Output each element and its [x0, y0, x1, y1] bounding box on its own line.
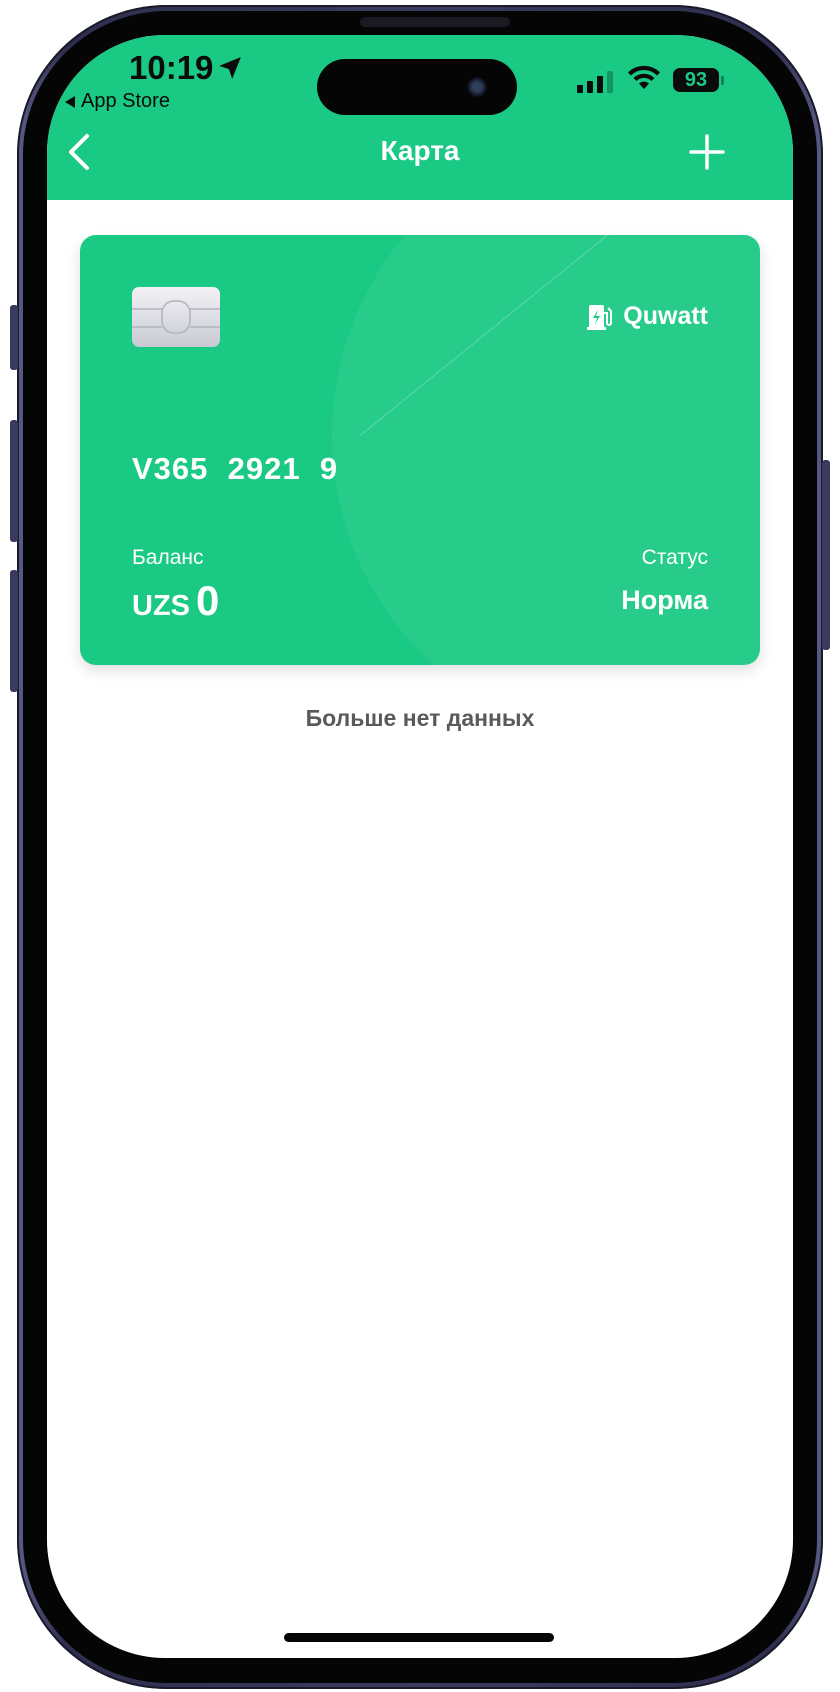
ev-charger-icon	[587, 304, 613, 330]
plus-icon[interactable]	[687, 132, 727, 172]
back-triangle-icon	[65, 95, 75, 108]
balance-amount: UZS 0	[132, 577, 219, 625]
brand-name: Quwatt	[623, 302, 708, 330]
status-time: 10:19	[129, 49, 214, 86]
charging-card[interactable]: Quwatt V365 2921 9 Баланс UZS 0 Статус Н…	[80, 235, 760, 665]
screen: 10:19 App Store 93 Карта Quwatt V365 292…	[47, 35, 793, 1658]
volume-down-button	[10, 570, 18, 692]
battery-tip	[721, 76, 724, 85]
home-indicator[interactable]	[284, 1633, 554, 1642]
card-number: V365 2921 9	[132, 451, 339, 486]
camera-icon	[467, 77, 487, 97]
volume-up-button	[10, 420, 18, 542]
back-to-app-link[interactable]: App Store	[65, 90, 170, 113]
header-bar: 10:19 App Store 93 Карта	[47, 35, 793, 200]
card-chip-icon	[132, 287, 220, 347]
balance-label: Баланс	[132, 546, 204, 569]
page-title: Карта	[380, 135, 460, 166]
battery-indicator: 93	[673, 68, 719, 92]
back-app-label: App Store	[81, 90, 170, 112]
location-arrow-icon	[219, 57, 241, 79]
action-button	[10, 305, 18, 370]
dynamic-island	[317, 59, 517, 115]
status-label: Статус	[641, 546, 708, 569]
balance-value: 0	[196, 577, 220, 624]
card-brand: Quwatt	[587, 302, 708, 331]
power-button	[822, 460, 830, 650]
speaker-grille	[360, 17, 510, 27]
cellular-signal-icon	[577, 71, 613, 93]
no-more-data-text: Больше нет данных	[305, 705, 535, 731]
wifi-icon	[628, 65, 660, 89]
balance-currency: UZS	[132, 590, 190, 622]
status-value: Норма	[621, 585, 708, 615]
